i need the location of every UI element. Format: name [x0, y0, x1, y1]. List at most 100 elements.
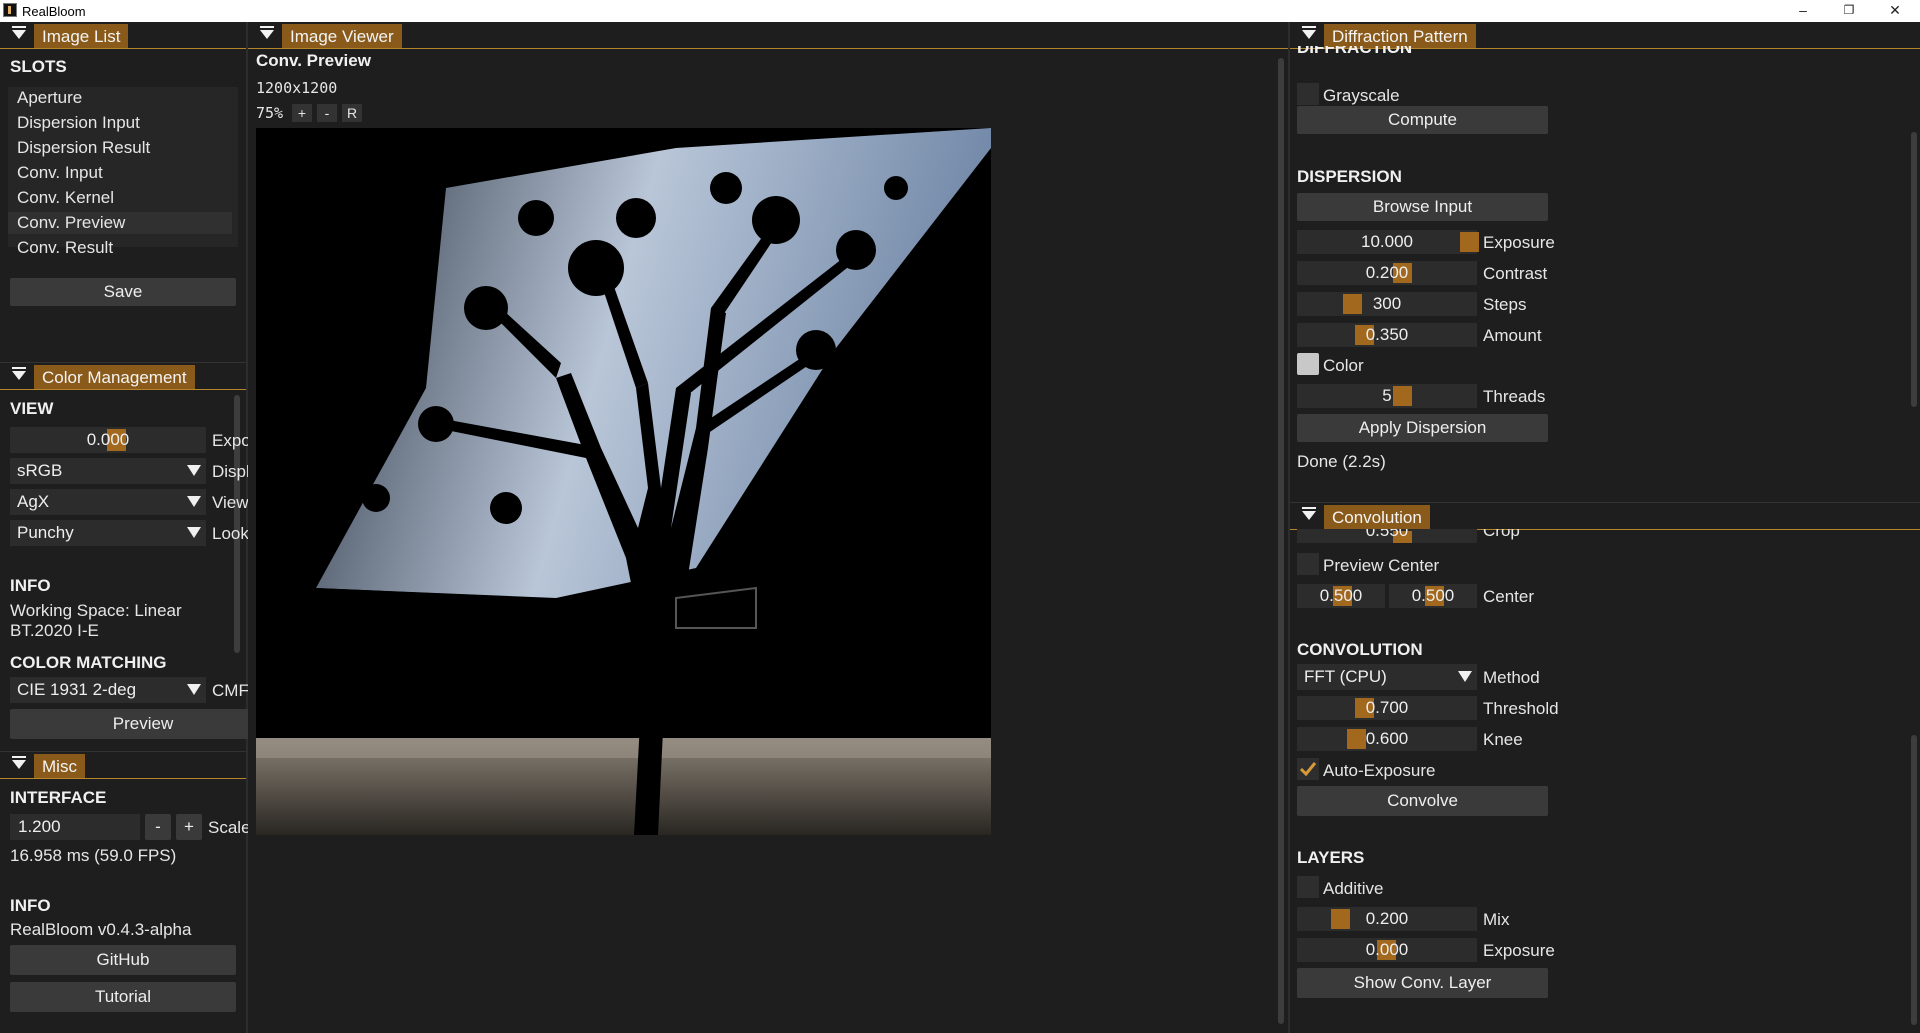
slot-item[interactable]: Dispersion Result — [8, 137, 232, 159]
collapse-icon[interactable] — [12, 367, 26, 380]
knee-label: Knee — [1483, 730, 1523, 749]
scale-input[interactable]: 1.200 — [10, 814, 140, 840]
zoom-level: 75% — [256, 104, 284, 122]
layers-heading: LAYERS — [1297, 848, 1365, 867]
chevron-down-icon[interactable] — [182, 489, 206, 515]
scrollbar[interactable] — [1278, 58, 1284, 1024]
view-dropdown[interactable]: AgX — [10, 489, 206, 515]
collapse-icon[interactable] — [260, 26, 274, 39]
display-dropdown[interactable]: sRGB — [10, 458, 206, 484]
title-bar: RealBloom – ❐ ✕ — [0, 0, 1920, 22]
auto-exposure-checkbox[interactable] — [1297, 758, 1319, 780]
image-dimensions: 1200x1200 — [256, 79, 338, 97]
collapse-icon[interactable] — [1302, 26, 1316, 39]
preview-image[interactable] — [256, 128, 991, 835]
layer-exposure-label: Exposure — [1483, 941, 1555, 960]
scrollbar[interactable] — [1911, 735, 1917, 1025]
convolution-heading: CONVOLUTION — [1297, 640, 1423, 659]
threads-slider[interactable]: 5 — [1297, 384, 1477, 408]
compute-button[interactable]: Compute — [1297, 106, 1548, 134]
slot-item[interactable]: Dispersion Input — [8, 112, 232, 134]
convolution-tab[interactable]: Convolution — [1324, 505, 1430, 529]
mix-value: 0.200 — [1365, 909, 1409, 928]
center-y-value: 0.500 — [1411, 586, 1455, 605]
tutorial-button[interactable]: Tutorial — [10, 982, 236, 1012]
zoom-in-button[interactable]: + — [292, 104, 312, 122]
slot-item[interactable]: Conv. Input — [8, 162, 232, 184]
slot-list: Aperture Dispersion Input Dispersion Res… — [8, 87, 238, 257]
scale-label: Scale — [208, 818, 251, 837]
threshold-label: Threshold — [1483, 699, 1559, 718]
checkmark-icon — [1299, 762, 1317, 777]
preview-center-checkbox[interactable] — [1297, 553, 1319, 575]
info-heading: INFO — [10, 896, 51, 915]
color-swatch[interactable] — [1297, 353, 1319, 375]
knee-slider[interactable]: 0.600 — [1297, 727, 1477, 751]
steps-value: 300 — [1372, 294, 1402, 313]
layer-exposure-slider[interactable]: 0.000 — [1297, 938, 1477, 962]
chevron-down-icon[interactable] — [182, 458, 206, 484]
collapse-icon[interactable] — [12, 26, 26, 39]
slot-item[interactable]: Conv. Result — [8, 237, 232, 259]
contrast-slider[interactable]: 0.200 — [1297, 261, 1477, 285]
diffraction-heading: DIFFRACTION — [1297, 46, 1413, 57]
threshold-value: 0.700 — [1365, 698, 1409, 717]
look-dropdown[interactable]: Punchy — [10, 520, 206, 546]
steps-slider[interactable]: 300 — [1297, 292, 1477, 316]
color-management-tab[interactable]: Color Management — [34, 365, 195, 389]
show-conv-layer-button[interactable]: Show Conv. Layer — [1297, 968, 1548, 998]
scale-minus-button[interactable]: - — [145, 814, 171, 840]
minimize-button[interactable]: – — [1780, 0, 1826, 22]
apply-dispersion-button[interactable]: Apply Dispersion — [1297, 414, 1548, 442]
cmf-dropdown[interactable]: CIE 1931 2-deg — [10, 677, 206, 703]
grayscale-checkbox[interactable] — [1297, 83, 1319, 105]
mix-slider[interactable]: 0.200 — [1297, 907, 1477, 931]
grayscale-label: Grayscale — [1323, 86, 1400, 105]
browse-input-button[interactable]: Browse Input — [1297, 193, 1548, 221]
window-title: RealBloom — [22, 4, 86, 19]
exposure-slider[interactable]: 0.000 — [10, 427, 206, 453]
slot-item[interactable]: Aperture — [8, 87, 232, 109]
look-value: Punchy — [17, 523, 74, 542]
center-y-slider[interactable]: 0.500 — [1389, 584, 1477, 608]
auto-exposure-label: Auto-Exposure — [1323, 761, 1436, 780]
reset-zoom-button[interactable]: R — [342, 104, 362, 122]
chevron-down-icon[interactable] — [182, 677, 206, 703]
center-x-slider[interactable]: 0.500 — [1297, 584, 1385, 608]
chevron-down-icon[interactable] — [182, 520, 206, 546]
additive-checkbox[interactable] — [1297, 876, 1319, 898]
image-list-tab[interactable]: Image List — [34, 24, 129, 48]
display-value: sRGB — [17, 461, 63, 480]
maximize-button[interactable]: ❐ — [1826, 0, 1872, 22]
image-list-header: Image List — [0, 22, 246, 49]
dispersion-status: Done (2.2s) — [1297, 452, 1386, 471]
threshold-slider[interactable]: 0.700 — [1297, 696, 1477, 720]
amount-slider[interactable]: 0.350 — [1297, 323, 1477, 347]
zoom-out-button[interactable]: - — [317, 104, 337, 122]
scale-plus-button[interactable]: + — [176, 814, 202, 840]
method-dropdown[interactable]: FFT (CPU) — [1297, 664, 1477, 690]
scrollbar[interactable] — [1911, 132, 1917, 407]
slot-item[interactable]: Conv. Kernel — [8, 187, 232, 209]
collapse-icon[interactable] — [1302, 507, 1316, 520]
diffraction-tab[interactable]: Diffraction Pattern — [1324, 24, 1476, 48]
dispersion-exposure-slider[interactable]: 10.000 — [1297, 230, 1479, 254]
collapse-icon[interactable] — [12, 756, 26, 769]
method-label: Method — [1483, 668, 1540, 687]
close-button[interactable]: ✕ — [1872, 0, 1918, 22]
crop-slider[interactable]: 0.550 — [1297, 529, 1477, 543]
contrast-label: Contrast — [1483, 264, 1548, 283]
misc-header: Misc — [0, 752, 246, 779]
slot-item-selected[interactable]: Conv. Preview — [8, 212, 232, 234]
amount-label: Amount — [1483, 326, 1542, 345]
save-button[interactable]: Save — [10, 278, 236, 306]
color-label: Color — [1323, 356, 1364, 375]
preview-button[interactable]: Preview — [10, 709, 276, 739]
misc-tab[interactable]: Misc — [34, 754, 85, 778]
crop-value: 0.550 — [1365, 529, 1409, 540]
convolve-button[interactable]: Convolve — [1297, 786, 1548, 816]
github-button[interactable]: GitHub — [10, 945, 236, 975]
chevron-down-icon[interactable] — [1453, 664, 1477, 690]
additive-label: Additive — [1323, 879, 1384, 898]
image-viewer-tab[interactable]: Image Viewer — [282, 24, 402, 48]
